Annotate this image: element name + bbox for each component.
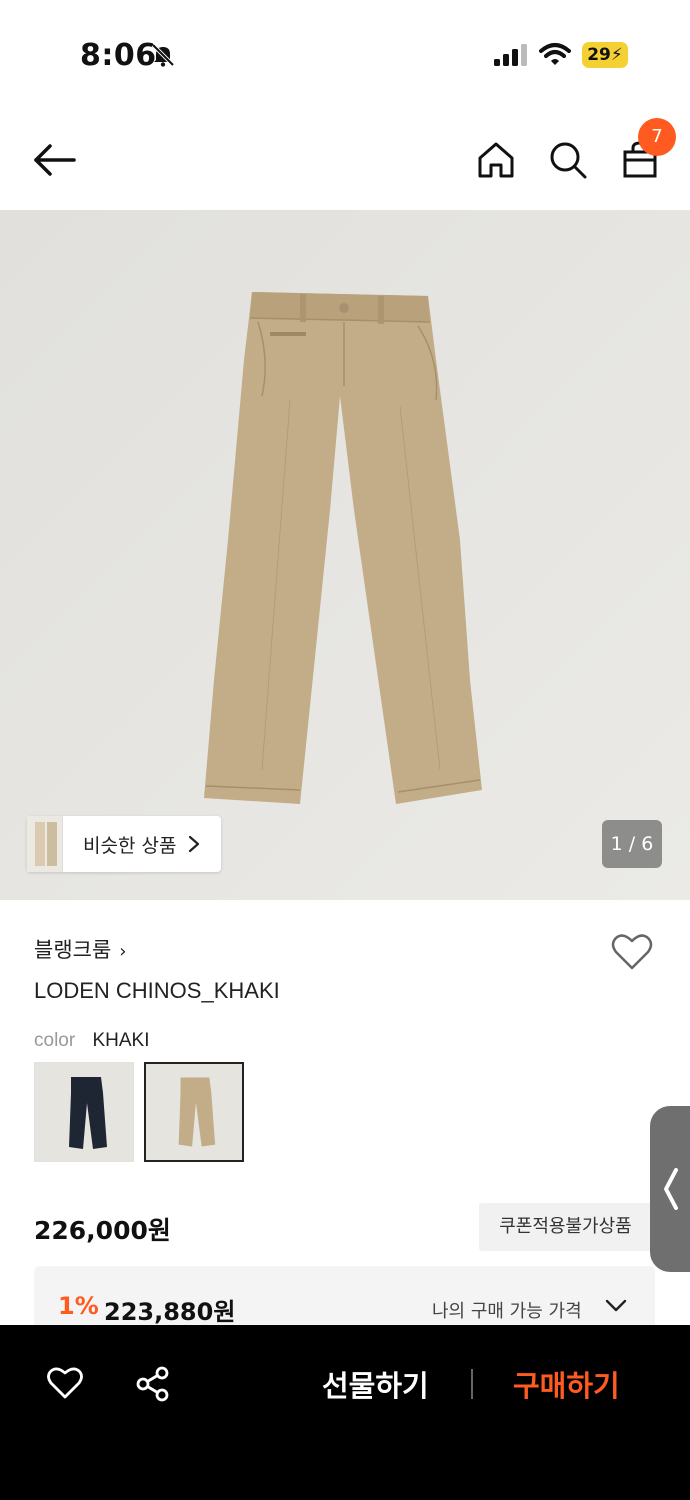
back-arrow-icon[interactable]: [30, 138, 80, 182]
similar-products-label: 비슷한 상품: [83, 835, 177, 857]
color-row: color KHAKI: [34, 1030, 150, 1052]
gift-button[interactable]: 선물하기: [322, 1363, 429, 1405]
color-value: KHAKI: [92, 1030, 150, 1051]
my-price-label: 나의 구매 가능 가격: [432, 1301, 582, 1322]
chevron-left-icon: [664, 1168, 678, 1210]
color-swatch-khaki[interactable]: [144, 1062, 244, 1162]
discounted-price: 223,880원: [104, 1298, 236, 1326]
original-price: 226,000원: [34, 1216, 171, 1245]
coupon-unavailable-tag: 쿠폰적용불가상품: [479, 1203, 652, 1251]
heart-icon[interactable]: [46, 1365, 84, 1401]
navy-chinos-thumbnail: [69, 1077, 107, 1149]
brand-link[interactable]: 블랭크룸 ›: [34, 934, 126, 964]
similar-products-button[interactable]: 비슷한 상품: [27, 816, 221, 872]
bottom-action-bar: 선물하기 구매하기: [0, 1325, 690, 1500]
share-icon[interactable]: [134, 1365, 172, 1403]
heart-icon[interactable]: [610, 932, 654, 972]
bell-off-icon: [151, 43, 175, 67]
color-swatch-navy[interactable]: [34, 1062, 134, 1162]
khaki-chinos-thumbnail: [178, 1077, 216, 1147]
search-icon[interactable]: [546, 138, 590, 182]
product-image-gallery[interactable]: 비슷한 상품 1 / 6: [0, 210, 690, 900]
product-name: LODEN CHINOS_KHAKI: [34, 978, 280, 1003]
chevron-down-icon: [605, 1299, 627, 1312]
image-page-counter: 1 / 6: [602, 820, 662, 868]
chevron-right-icon: [188, 835, 200, 853]
side-panel-handle[interactable]: [650, 1106, 690, 1272]
battery-level: 29: [587, 45, 611, 65]
discount-percent: 1%: [58, 1292, 99, 1320]
signal-icon: [494, 44, 527, 66]
divider: [471, 1369, 473, 1399]
status-time: 8:06: [80, 38, 157, 73]
top-nav-bar: [0, 110, 690, 210]
status-bar: 8:06 29⚡: [0, 0, 690, 110]
home-icon[interactable]: [474, 138, 518, 182]
battery-indicator: 29⚡: [582, 42, 628, 68]
color-label: color: [34, 1030, 76, 1051]
cart-count-badge: 7: [638, 118, 676, 156]
chevron-right-icon: ›: [119, 941, 127, 962]
wifi-icon: [539, 43, 571, 65]
similar-product-thumbnail: [27, 816, 63, 872]
product-photo-khaki-chinos: [0, 210, 690, 900]
brand-name: 블랭크룸: [34, 938, 112, 962]
buy-button[interactable]: 구매하기: [513, 1363, 620, 1405]
